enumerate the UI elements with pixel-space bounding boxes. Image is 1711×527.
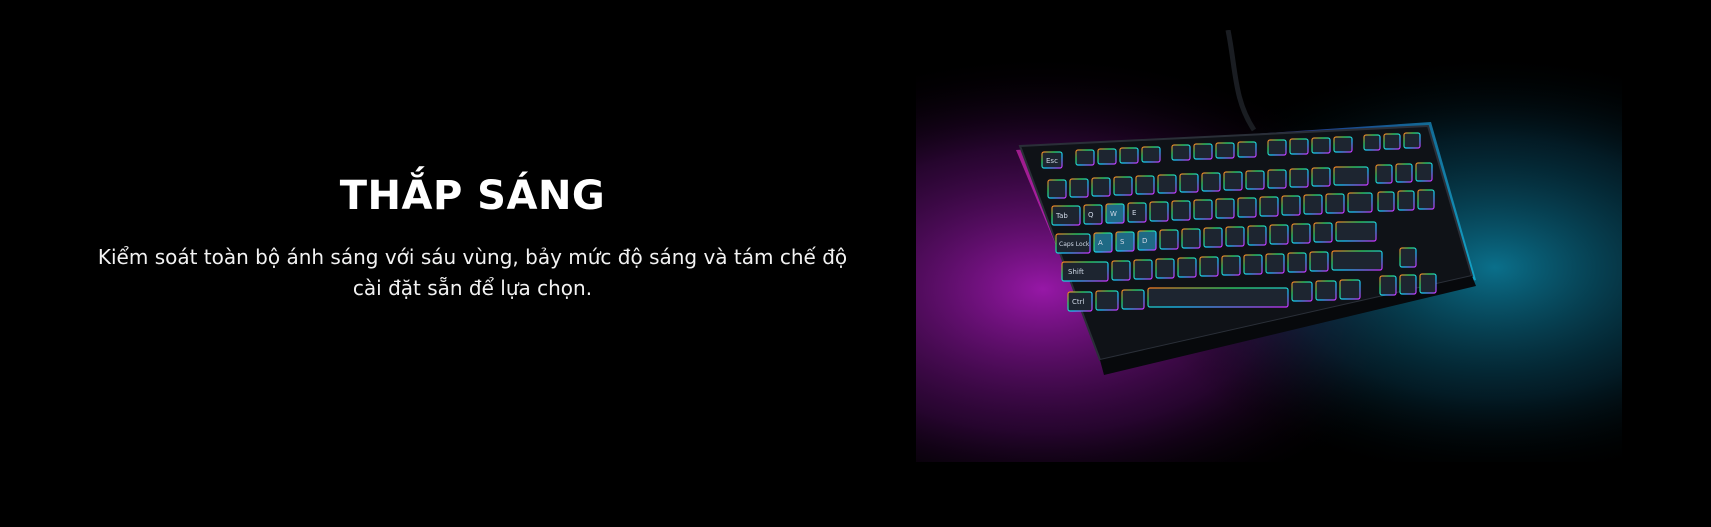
lighting-section-text: THẮP SÁNG Kiểm soát toàn bộ ánh sáng với… bbox=[90, 170, 855, 304]
key-s-label: S bbox=[1120, 238, 1125, 246]
key-ctrl-label: Ctrl bbox=[1072, 298, 1085, 306]
key-w-label: W bbox=[1110, 210, 1117, 218]
key-e bbox=[1127, 202, 1147, 223]
key-a bbox=[1093, 232, 1113, 253]
section-description: Kiểm soát toàn bộ ánh sáng với sáu vùng,… bbox=[97, 245, 848, 300]
key-e-label: E bbox=[1132, 209, 1136, 217]
key-esc-label: Esc bbox=[1046, 157, 1058, 165]
key-tab-label: Tab bbox=[1055, 212, 1068, 220]
section-title: THẮP SÁNG bbox=[339, 173, 606, 219]
key-space bbox=[1147, 287, 1289, 308]
key-q-label: Q bbox=[1088, 211, 1094, 219]
key-s bbox=[1115, 231, 1135, 252]
key-caps-label: Caps Lock bbox=[1059, 241, 1090, 248]
keyboard-product-image: Esc Tab Q W E Caps Lock A S D Shift Ctrl bbox=[916, 30, 1622, 462]
key-d-label: D bbox=[1142, 237, 1147, 245]
key-a-label: A bbox=[1098, 239, 1103, 247]
keyboard-illustration: Esc Tab Q W E Caps Lock A S D Shift Ctrl bbox=[916, 30, 1622, 462]
key-shift-label: Shift bbox=[1068, 268, 1084, 276]
